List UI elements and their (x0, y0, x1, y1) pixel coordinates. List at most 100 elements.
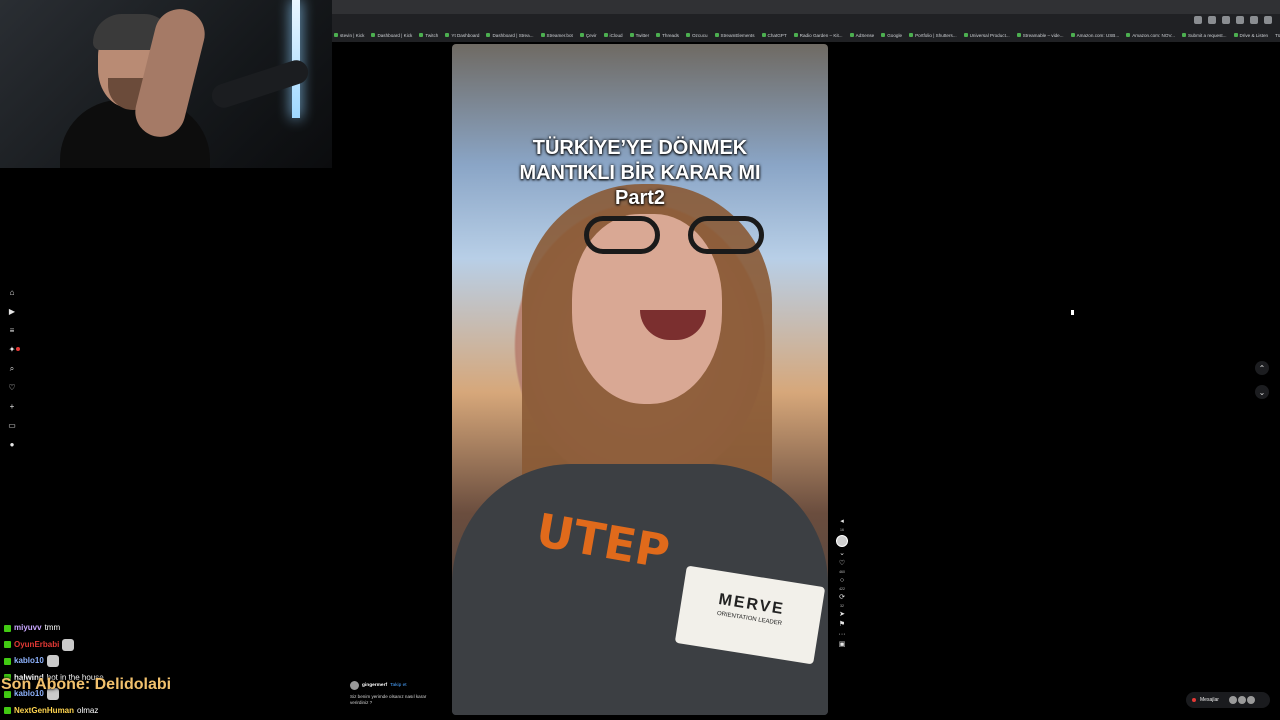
messages-button[interactable]: Mesajlar (1186, 692, 1270, 708)
chat-username[interactable]: kablo10 (14, 653, 44, 669)
bookmark-favicon-icon (371, 33, 376, 37)
following-icon[interactable]: ≡ (7, 326, 17, 335)
previous-video-button[interactable]: ⌃ (1255, 361, 1269, 375)
chat-text: tmm (44, 623, 61, 633)
bookmark-label: iCloud (609, 32, 623, 38)
bookmark-favicon-icon (1233, 33, 1238, 37)
bookmark-favicon-icon (881, 33, 886, 37)
bookmark-item[interactable]: Portfolio | Shutters... (909, 33, 957, 38)
bookmark-item[interactable]: Twitch (419, 33, 438, 38)
bookmark-item[interactable]: Universal Product... (963, 33, 1010, 38)
bookmark-item[interactable]: Submit a request... (1181, 33, 1227, 38)
bookmark-label: Yt Dashboard (451, 32, 480, 38)
star-icon[interactable] (1208, 16, 1216, 24)
messages-icon[interactable]: ▭ (7, 421, 17, 430)
bookmark-item[interactable]: StreamElements (714, 33, 755, 38)
poster-avatar[interactable] (350, 681, 359, 690)
caption-line: TÜRKİYE’YE DÖNMEK (532, 137, 748, 159)
chat-username[interactable]: miyuvv (14, 620, 42, 636)
profile-icon[interactable]: ● (7, 440, 17, 449)
bookmark-item[interactable]: iCloud (603, 32, 623, 38)
explore-icon[interactable]: ▶ (7, 307, 17, 316)
bookmark-label: Streamer.bot (546, 32, 573, 38)
extension-icon[interactable] (1236, 16, 1244, 24)
bookmark-label: Google (887, 32, 903, 38)
bookmark-item[interactable]: Google (881, 33, 902, 38)
bookmark-favicon-icon (486, 33, 491, 37)
more-icon[interactable]: ··· (839, 631, 846, 638)
search-icon[interactable]: ⌕ (7, 364, 17, 373)
chat-message: OyunErbabi (4, 637, 334, 654)
bookmark-label: Streamable – vide... (1022, 32, 1064, 38)
bookmark-item[interactable]: Twitter (629, 33, 649, 38)
bookmark-favicon-icon (579, 33, 584, 37)
heart-icon[interactable]: ♡ (839, 560, 845, 567)
browser-toolbar (1194, 16, 1272, 24)
all-bookmarks-link[interactable]: Tüm Yer İşaretleri (1275, 33, 1280, 38)
comment-icon[interactable]: ○ (840, 577, 844, 584)
bookmark-label: AdSense (855, 32, 875, 38)
bookmark-label: Amazon.com: NOV... (1132, 32, 1175, 38)
bookmark-item[interactable]: Drive & Listen (1233, 33, 1268, 38)
like-count: 460 (839, 570, 845, 574)
bookmark-item[interactable]: Amazon.com: NOV... (1126, 33, 1175, 38)
share-icon[interactable]: ➤ (839, 611, 845, 618)
browser-tab-strip (332, 0, 1280, 14)
kick-badge-icon (4, 657, 11, 665)
chevron-down-icon[interactable]: ⌄ (839, 550, 845, 557)
creator-avatar[interactable] (836, 535, 848, 547)
repost-icon[interactable]: ⟳ (839, 594, 845, 601)
bookmarks-bar: stevin | Kick Dashboard | Kick Twitch Yt Da… (332, 28, 1280, 42)
bookmark-favicon-icon (334, 33, 338, 37)
heart-icon[interactable]: ♡ (7, 383, 17, 392)
kick-badge-icon (4, 624, 11, 632)
extension-icon[interactable] (1194, 16, 1202, 24)
bookmark-item[interactable]: Çevir (579, 33, 597, 38)
bookmark-favicon-icon (849, 33, 854, 37)
caption-line: Part2 (614, 187, 666, 209)
video-player[interactable]: UTEP MERVE ORIENTATION LEADER TÜRKİYE’YE… (452, 44, 828, 715)
messages-label: Mesajlar (1200, 697, 1219, 703)
bookmark-favicon-icon (540, 33, 545, 37)
add-icon[interactable]: + (7, 402, 17, 411)
bookmark-item[interactable]: Streamable – vide... (1016, 32, 1064, 38)
bookmark-item[interactable]: Ozcucu (685, 33, 708, 38)
chat-message: kablo10 (4, 653, 334, 670)
kick-badge-icon (4, 641, 11, 649)
bookmark-item[interactable]: Dashboard | Strea... (486, 33, 534, 38)
next-video-button[interactable]: ⌄ (1255, 385, 1269, 399)
volume-icon[interactable]: ◂ (840, 518, 844, 525)
bookmark-item[interactable]: stevin | Kick (334, 33, 364, 38)
video-caption: TÜRKİYE’YE DÖNMEK MANTIKLI BİR KARAR MI … (452, 136, 828, 211)
bookmark-favicon-icon (714, 33, 719, 37)
chat-message: NextGenHuman olmaz (4, 703, 334, 720)
bookmark-item[interactable]: Amazon.com: USB... (1070, 33, 1119, 38)
messages-badge (1192, 698, 1196, 702)
bookmark-item[interactable]: Streamer.bot (540, 32, 573, 38)
profile-icon[interactable] (1250, 16, 1258, 24)
bookmark-item[interactable]: Radio Garden – Kit... (793, 33, 843, 38)
home-icon[interactable]: ⌂ (7, 288, 17, 297)
menu-icon[interactable] (1264, 16, 1272, 24)
mouse-cursor (1071, 310, 1074, 315)
last-subscriber-alert: Son Abone: Delidolabi (1, 676, 172, 693)
poster-username[interactable]: gingermerf (362, 683, 387, 688)
bookmark-favicon-icon (963, 33, 968, 37)
extension-icon[interactable] (1222, 16, 1230, 24)
follow-link[interactable]: Takip et (390, 683, 407, 688)
bookmark-item[interactable]: Yt Dashboard (445, 33, 479, 38)
inbox-icon[interactable]: ✦ (7, 345, 20, 354)
chevron-up-icon: ⌃ (1258, 363, 1266, 373)
captions-icon[interactable]: ▣ (839, 641, 846, 648)
bookmark-icon[interactable]: ⚑ (839, 621, 845, 628)
bookmark-item[interactable]: ChatGPT (761, 33, 787, 38)
chat-username[interactable]: OyunErbabi (14, 637, 59, 653)
bookmark-item[interactable]: Threads (656, 33, 679, 38)
bookmark-item[interactable]: Dashboard | Kick (371, 33, 412, 38)
bookmark-item[interactable]: AdSense (849, 32, 875, 38)
bookmark-label: stevin | Kick (340, 32, 365, 38)
chat-username[interactable]: NextGenHuman (14, 703, 74, 719)
glasses-right (688, 216, 764, 254)
bookmark-label: Portfolio | Shutters... (915, 32, 957, 38)
bookmark-favicon-icon (761, 33, 766, 37)
